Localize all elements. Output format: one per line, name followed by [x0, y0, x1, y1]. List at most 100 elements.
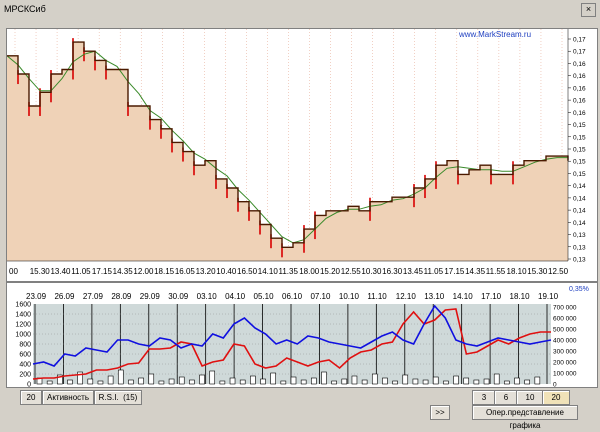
x-tick-label: 15.30: [30, 267, 51, 276]
volume-bar: [422, 379, 429, 385]
date-tick-label: 06.10: [282, 292, 303, 301]
x-tick-label: 11.55: [486, 267, 506, 276]
volume-bar: [107, 375, 114, 385]
range-20-days[interactable]: 20 дн.: [542, 390, 570, 415]
y-tick-label: 0,15: [573, 171, 586, 178]
rsi-button[interactable]: R.S.I. (15): [94, 390, 142, 405]
left-tick-label: 800: [19, 342, 31, 349]
date-tick-label: 11.10: [367, 292, 387, 301]
volume-bar: [199, 374, 205, 385]
date-tick-label: 10.10: [339, 292, 360, 301]
right-tick-label: 0: [553, 382, 557, 388]
x-tick-label: 10.30: [361, 267, 382, 276]
right-tick-label: 200 000: [553, 360, 577, 367]
x-tick-label: 15.30: [527, 267, 548, 276]
volume-bar: [97, 380, 104, 385]
y-tick-label: 0,14: [573, 183, 586, 190]
percent-label: 0,35%: [569, 286, 589, 293]
volume-chart-panel: 0,35% 23.09 26.09 27.09 28.09 29.09 30.09 03.1…: [6, 282, 598, 389]
y-tick-label: 0,13: [573, 257, 586, 264]
y-tick-label: 0,16: [573, 98, 586, 105]
period-button[interactable]: 20: [20, 390, 42, 405]
rsi-value: (15): [123, 393, 138, 402]
volume-bar: [351, 375, 358, 385]
volume-bar: [168, 378, 175, 385]
chart-representation-button[interactable]: Опер.представление графика: [472, 405, 578, 430]
title-bar: МРСКСиб ×: [0, 0, 600, 26]
date-tick-label: 27.09: [83, 292, 104, 301]
x-tick-label: 13.40: [50, 267, 71, 276]
right-tick-label: 400 000: [553, 338, 577, 345]
x-tick-label: 17.15: [92, 267, 113, 276]
volume-bar: [209, 370, 216, 385]
y-tick-label: 0,15: [573, 134, 586, 141]
x-tick-label: 17.15: [444, 267, 465, 276]
volume-bar: [514, 377, 520, 385]
left-tick-label: 1400: [15, 312, 31, 319]
x-tick-label: 15.20: [320, 267, 341, 276]
x-tick-label: 12.50: [548, 267, 569, 276]
x-tick-label: 00: [9, 267, 18, 276]
volume-bar: [524, 379, 530, 385]
date-tick-label: 12.10: [396, 292, 417, 301]
right-tick-label: 500 000: [553, 327, 577, 334]
x-tick-label: 18.00: [299, 267, 320, 276]
volume-bar: [402, 374, 409, 385]
x-tick-label: 10.40: [216, 267, 237, 276]
volume-bar: [432, 376, 439, 385]
y-tick-label: 0,16: [573, 73, 586, 80]
right-tick-label: 600 000: [553, 316, 577, 323]
volume-bar: [178, 376, 185, 385]
right-tick-label: 700 000: [553, 305, 577, 312]
activity-button[interactable]: Активность: [42, 390, 94, 405]
x-tick-label: 11.35: [279, 267, 299, 276]
left-tick-label: 600: [19, 352, 31, 359]
volume-bar: [473, 379, 480, 385]
volume-chart: 0,35% 23.09 26.09 27.09 28.09 29.09 30.09 03.1…: [15, 286, 589, 389]
volume-bar: [229, 377, 236, 385]
date-tick-label: 14.10: [453, 292, 474, 301]
y-tick-label: 0,17: [573, 49, 586, 56]
x-tick-label: 11.05: [71, 267, 91, 276]
x-tick-label: 14.35: [465, 267, 486, 276]
range-10-days[interactable]: 10 дн.: [516, 390, 544, 415]
left-tick-label: 1000: [15, 332, 31, 339]
volume-bar: [371, 373, 378, 385]
volume-bar: [392, 380, 398, 385]
y-tick-label: 0,13: [573, 232, 586, 239]
date-tick-label: 28.09: [111, 292, 132, 301]
left-tick-label: 200: [19, 372, 31, 379]
x-tick-label: 13.20: [196, 267, 217, 276]
scroll-forward-button[interactable]: >>: [430, 405, 450, 420]
x-tick-label: 12.00: [133, 267, 154, 276]
volume-bar: [158, 380, 165, 385]
date-tick-label: 05.10: [254, 292, 275, 301]
volume-bar: [493, 373, 500, 385]
y-tick-label: 0,17: [573, 37, 586, 44]
date-tick-label: 29.09: [140, 292, 161, 301]
y-tick-label: 0,15: [573, 122, 586, 129]
volume-bar: [290, 376, 297, 385]
y-tick-label: 0,14: [573, 208, 586, 215]
volume-bar: [280, 380, 287, 385]
y-tick-label: 0,16: [573, 110, 586, 117]
close-button[interactable]: ×: [581, 3, 596, 17]
y-tick-label: 0,13: [573, 244, 586, 251]
volume-bar: [138, 377, 144, 385]
y-tick-label: 0,16: [573, 61, 586, 68]
volume-bar: [189, 379, 195, 385]
date-tick-label: 17.10: [481, 292, 502, 301]
date-tick-label: 30.09: [168, 292, 189, 301]
x-tick-label: 16.30: [382, 267, 403, 276]
range-6-days[interactable]: 6 дн.: [494, 390, 518, 415]
x-tick-label: 16.50: [237, 267, 258, 276]
range-3-days[interactable]: 3 дн.: [472, 390, 496, 415]
volume-bar: [239, 379, 246, 385]
left-tick-label: 400: [19, 362, 31, 369]
date-tick-label: 18.10: [510, 292, 531, 301]
volume-bar: [67, 379, 73, 385]
volume-bar: [87, 378, 94, 385]
right-tick-label: 100 000: [553, 371, 577, 378]
price-chart: 0,17 0,17 0,16 0,16 0,16 0,16 0,16 0,15 0,15 0,15…: [6, 29, 586, 276]
volume-bar: [117, 369, 124, 385]
